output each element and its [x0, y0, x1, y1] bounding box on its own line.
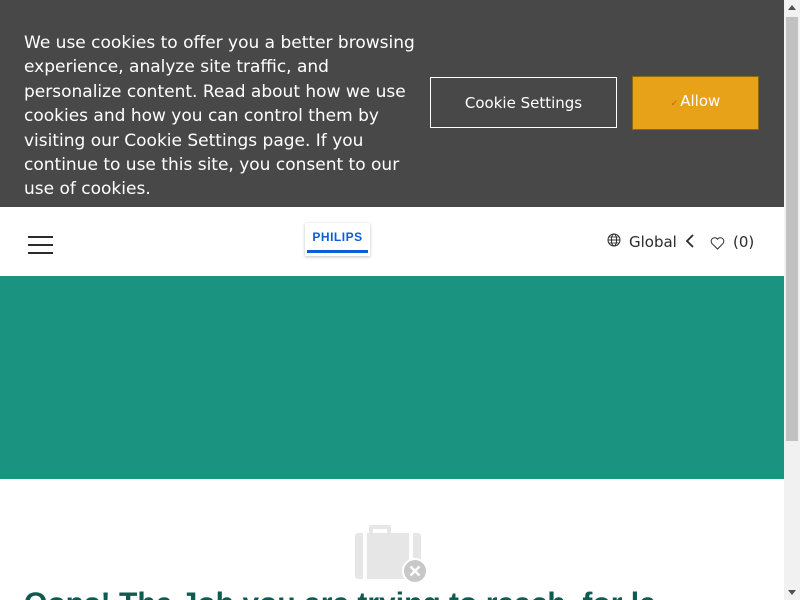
scroll-down-arrow-icon[interactable] — [788, 590, 796, 595]
region-selector[interactable]: Global — [629, 233, 677, 251]
vertical-scrollbar[interactable] — [784, 0, 800, 600]
allow-cookies-button[interactable]: ✓ Allow — [632, 76, 759, 130]
chevron-left-icon[interactable] — [685, 234, 695, 248]
main-content: Oops! The Job you are trying to reach, f… — [0, 479, 784, 600]
heart-icon[interactable] — [710, 237, 725, 250]
wishlist-count[interactable]: (0) — [733, 233, 754, 251]
scroll-up-arrow-icon[interactable] — [788, 5, 796, 10]
shopping-bag-remove-icon — [355, 525, 428, 584]
hamburger-menu-icon[interactable] — [28, 236, 53, 255]
hero-banner — [0, 276, 784, 479]
globe-icon — [607, 233, 621, 247]
site-header: PHILIPS Global (0) — [0, 207, 784, 276]
scrollbar-thumb[interactable] — [786, 17, 798, 441]
allow-label: Allow — [680, 91, 721, 110]
page: We use cookies to offer you a better bro… — [0, 0, 800, 600]
logo-underline — [307, 250, 368, 253]
cookie-message: We use cookies to offer you a better bro… — [24, 33, 415, 200]
philips-logo[interactable]: PHILIPS — [305, 223, 370, 256]
check-icon: ✓ — [670, 98, 679, 109]
error-heading: Oops! The Job you are trying to reach, f… — [24, 587, 656, 600]
logo-text: PHILIPS — [312, 230, 363, 244]
cookie-settings-button[interactable]: Cookie Settings — [430, 77, 617, 128]
cookie-banner: We use cookies to offer you a better bro… — [0, 0, 784, 207]
